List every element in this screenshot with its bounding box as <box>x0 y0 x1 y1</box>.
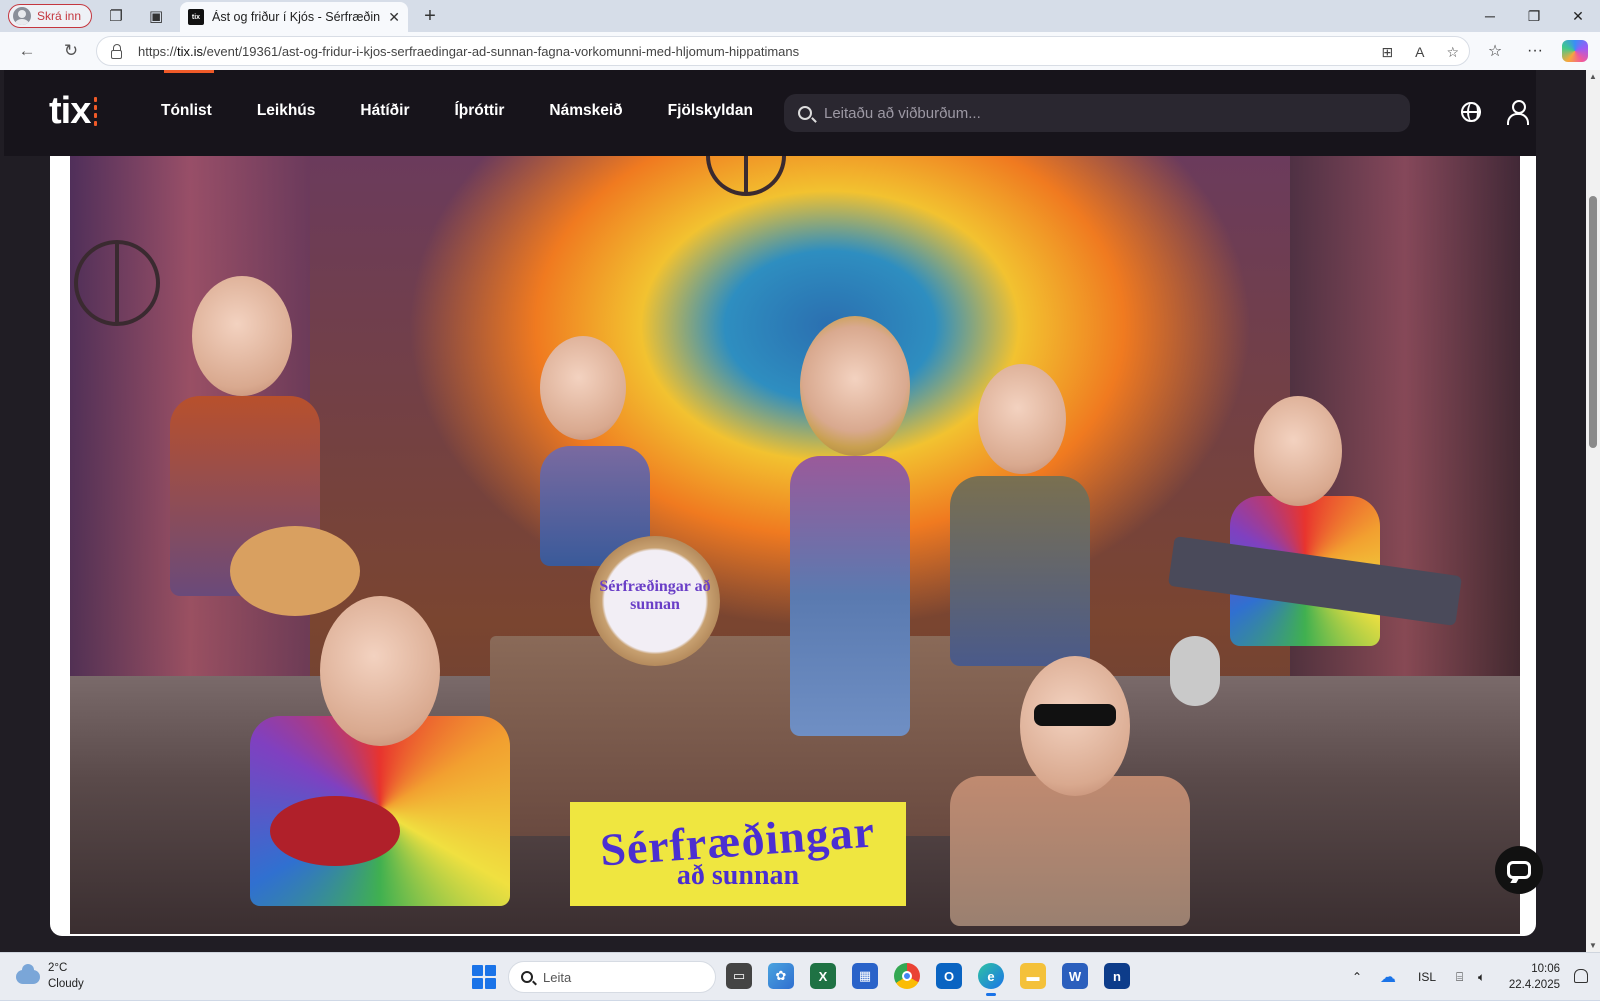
chat-button[interactable] <box>1495 846 1543 894</box>
word-icon[interactable]: W <box>1062 963 1088 989</box>
bass-drum: Sérfræðingar að sunnan <box>590 536 720 666</box>
nav-leikhus[interactable]: Leikhús <box>257 102 316 120</box>
microphone <box>1170 636 1220 706</box>
guitarist-left-head <box>192 276 292 396</box>
acoustic-guitar <box>230 526 360 616</box>
volume-icon[interactable]: 🔈︎ <box>1478 953 1485 1001</box>
profile-label: Skrá inn <box>37 9 82 23</box>
singer-center-head <box>800 316 910 456</box>
guitarist-right-head <box>978 364 1066 474</box>
lock-icon <box>111 43 122 59</box>
onedrive-icon[interactable]: ☁ <box>1380 953 1396 1001</box>
nav-hatidir[interactable]: Hátíðir <box>360 102 409 120</box>
scroll-up-icon[interactable]: ▲ <box>1589 72 1597 81</box>
band-name-banner: Sérfræðingar að sunnan <box>570 802 906 906</box>
search-icon <box>521 971 533 983</box>
cloud-icon <box>16 963 40 984</box>
workspaces-icon[interactable]: ❐ <box>100 2 132 30</box>
store-icon[interactable]: ▦ <box>852 963 878 989</box>
singer-seated <box>950 776 1190 926</box>
weather-temp: 2°C <box>48 962 68 974</box>
event-search <box>784 94 1410 132</box>
network-icon[interactable]: ⌸ <box>1456 953 1463 1001</box>
edge-icon[interactable]: e <box>978 963 1004 996</box>
split-screen-icon[interactable]: ⊞ <box>1381 44 1393 61</box>
page-viewport: tix Tónlist Leikhús Hátíðir Íþróttir Nám… <box>0 70 1586 952</box>
file-explorer-icon[interactable]: ▬ <box>1020 963 1046 989</box>
excel-icon[interactable]: X <box>810 963 836 989</box>
close-window-button[interactable]: ✕ <box>1556 0 1600 32</box>
profile-button[interactable]: Skrá inn <box>8 4 93 28</box>
keyboardist-head <box>1254 396 1342 506</box>
weather-desc: Cloudy <box>48 977 84 990</box>
singer-seated-head <box>1020 656 1130 796</box>
guitarist-right <box>950 476 1090 666</box>
peace-sign-icon <box>706 156 786 196</box>
clock[interactable]: 10:06 22.4.2025 <box>1509 961 1560 993</box>
more-options-icon[interactable]: ··· <box>1522 42 1548 60</box>
globe-icon[interactable] <box>1461 102 1481 122</box>
drummer-head <box>540 336 626 440</box>
navigation-bar: ← ↻ https://tix.is/event/19361/ast-og-fr… <box>0 32 1600 70</box>
clock-date: 22.4.2025 <box>1508 979 1560 992</box>
page-scrollbar[interactable]: ▲ ▼ <box>1586 70 1600 952</box>
weather-widget[interactable]: 2°C Cloudy <box>16 961 84 992</box>
event-search-input[interactable] <box>824 104 1384 122</box>
taskbar-search[interactable]: Leita <box>508 961 716 993</box>
nav-accent-bar <box>164 70 214 73</box>
tab-active[interactable]: tix Ást og friður í Kjós - Sérfræðingar … <box>180 2 408 32</box>
banner-title: Sérfræðingar <box>598 805 877 876</box>
show-hidden-icons[interactable]: ⌃ <box>1352 953 1362 1001</box>
start-button[interactable] <box>472 965 496 989</box>
sunglasses <box>1034 704 1116 726</box>
outlook-icon[interactable]: O <box>936 963 962 989</box>
main-nav: Tónlist Leikhús Hátíðir Íþróttir Námskei… <box>161 102 798 120</box>
nav-namskeid[interactable]: Námskeið <box>549 102 622 120</box>
nav-fjolskyldan[interactable]: Fjölskyldan <box>668 102 753 120</box>
copilot-icon[interactable] <box>1562 40 1588 62</box>
task-view-icon[interactable]: ▭ <box>726 963 752 989</box>
favorite-star-icon[interactable]: ☆ <box>1446 44 1459 61</box>
vertical-tabs-icon[interactable]: ▣ <box>140 2 172 30</box>
taskbar: 2°C Cloudy Leita ▭ ✿ X ▦ O e ▬ W n ⌃ ☁ I… <box>0 952 1600 1000</box>
user-icon[interactable] <box>1506 100 1530 125</box>
language-indicator[interactable]: ISL <box>1418 953 1436 1001</box>
clock-time: 10:06 <box>1531 963 1560 975</box>
minimize-button[interactable]: ─ <box>1468 0 1512 32</box>
logo-dots-icon <box>94 97 98 126</box>
bass-guitar <box>270 796 400 866</box>
refresh-button[interactable]: ↻ <box>54 36 88 66</box>
tix-favicon-icon: tix <box>188 9 204 25</box>
singer-center <box>790 456 910 736</box>
site-header: tix Tónlist Leikhús Hátíðir Íþróttir Nám… <box>4 70 1536 156</box>
tab-close-icon[interactable]: ✕ <box>388 9 400 26</box>
tab-title: Ást og friður í Kjós - Sérfræðingar <box>212 10 381 24</box>
avatar-icon <box>13 7 31 25</box>
maximize-button[interactable]: ❐ <box>1512 0 1556 32</box>
notification-bell-icon[interactable] <box>1574 969 1588 983</box>
read-aloud-icon[interactable]: A <box>1415 44 1424 60</box>
address-bar[interactable]: https://tix.is/event/19361/ast-og-fridur… <box>96 36 1470 66</box>
search-icon <box>798 106 812 120</box>
peace-sign-icon <box>74 240 160 326</box>
notes-app-icon[interactable]: n <box>1104 963 1130 989</box>
chrome-icon[interactable] <box>894 963 920 989</box>
nav-tonlist[interactable]: Tónlist <box>161 102 212 120</box>
event-poster-image: Sérfræðingar að sunnan Sérfræðingar að s… <box>70 156 1520 934</box>
nav-ithrottir[interactable]: Íþróttir <box>454 102 504 120</box>
chat-icon <box>1507 861 1531 879</box>
copilot-app-icon[interactable]: ✿ <box>768 963 794 989</box>
scroll-down-icon[interactable]: ▼ <box>1589 941 1597 950</box>
scrollbar-thumb[interactable] <box>1589 196 1597 448</box>
taskbar-search-placeholder: Leita <box>543 969 572 985</box>
favorites-icon[interactable]: ☆ <box>1482 41 1508 61</box>
new-tab-button[interactable]: + <box>416 4 444 28</box>
url-text: https://tix.is/event/19361/ast-og-fridur… <box>138 43 800 59</box>
bassist-head <box>320 596 440 746</box>
back-button[interactable]: ← <box>10 36 44 66</box>
tix-logo[interactable]: tix <box>49 90 98 133</box>
